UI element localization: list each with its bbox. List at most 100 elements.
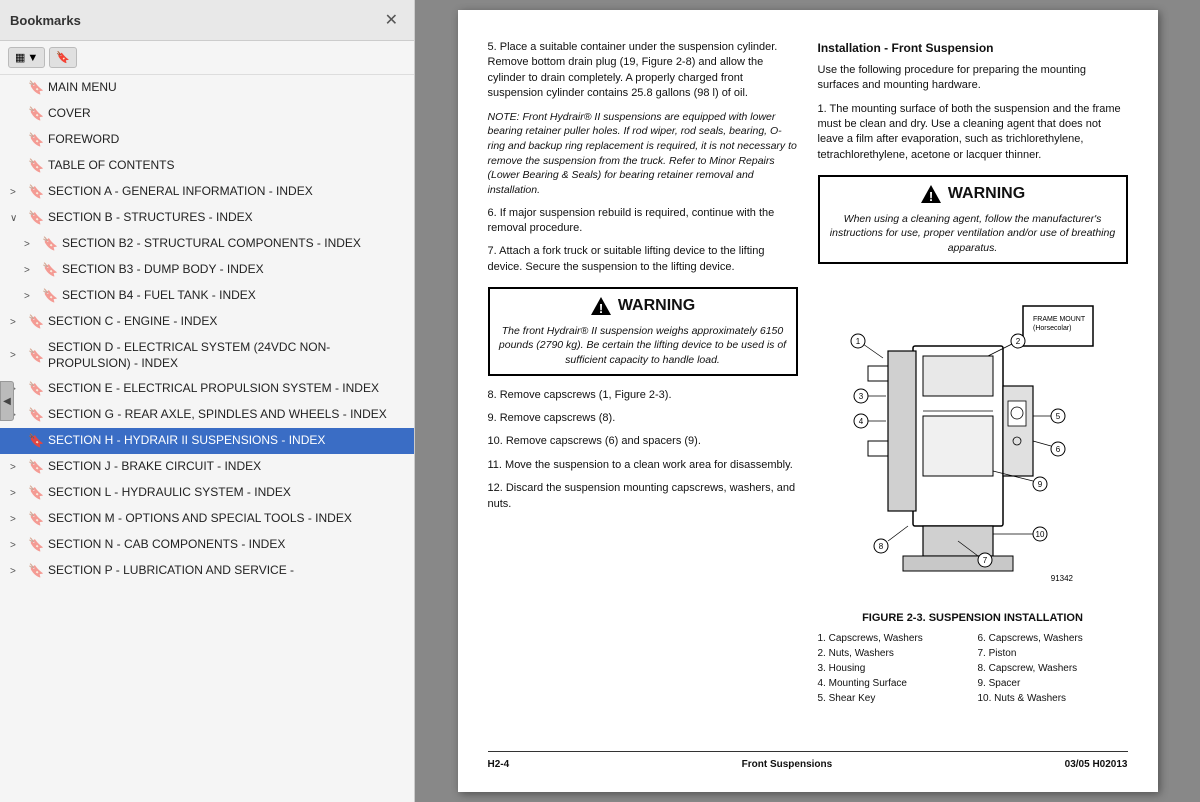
document-content[interactable]: 5. Place a suitable container under the … (415, 0, 1200, 802)
svg-text:6: 6 (1055, 445, 1060, 454)
bookmark-label-section-b3: SECTION B3 - DUMP BODY - INDEX (62, 262, 406, 278)
bookmark-item-section-a[interactable]: >🔖SECTION A - GENERAL INFORMATION - INDE… (0, 179, 414, 205)
expand-arrow-section-b2[interactable]: > (24, 239, 38, 250)
note-text: NOTE: Front Hydrair® II suspensions are … (488, 111, 797, 196)
legend-item-4: 4. Mounting Surface (818, 677, 968, 691)
expand-arrow-section-p[interactable]: > (10, 566, 24, 577)
bookmark-label-section-c: SECTION C - ENGINE - INDEX (48, 314, 406, 330)
bookmark-item-section-n[interactable]: > 🔖SECTION N - CAB COMPONENTS - INDEX (0, 532, 414, 558)
step-num: 10. (488, 435, 506, 447)
expand-arrow-section-c[interactable]: > (10, 317, 24, 328)
step-num: 6. (488, 207, 500, 219)
bookmark-flag-icon: 🔖 (28, 348, 44, 364)
bookmark-item-foreword[interactable]: 🔖FOREWORD (0, 127, 414, 153)
legend-item-9: 9. Spacer (978, 677, 1128, 691)
expand-arrow-section-b3[interactable]: > (24, 265, 38, 276)
diagram-svg: FRAME MOUNT (Horsecolar) 2 (833, 276, 1113, 596)
bookmark-flag-icon: 🔖 (28, 459, 44, 475)
bookmark-label-toc: TABLE OF CONTENTS (48, 158, 406, 174)
bookmark-label-section-n: SECTION N - CAB COMPONENTS - INDEX (48, 537, 406, 553)
bookmark-item-section-h[interactable]: 🔖SECTION H - HYDRAIR II SUSPENSIONS - IN… (0, 428, 414, 454)
svg-text:91342: 91342 (1050, 574, 1073, 583)
warning-triangle-icon-2: ! (920, 183, 942, 205)
footer-section-title: Front Suspensions (742, 758, 833, 772)
bookmark-item-section-b2[interactable]: > 🔖SECTION B2 - STRUCTURAL COMPONENTS - I… (0, 231, 414, 257)
expand-arrow-section-m[interactable]: > (10, 514, 24, 525)
bookmark-flag-icon: 🔖 (28, 184, 44, 200)
bookmark-label-section-l: SECTION L - HYDRAULIC SYSTEM - INDEX (48, 485, 406, 501)
doc-note-hydrair: NOTE: Front Hydrair® II suspensions are … (488, 110, 798, 198)
svg-text:!: ! (929, 189, 933, 204)
legend-item-1: 1. Capscrews, Washers (818, 632, 968, 646)
bookmark-item-section-e[interactable]: >🔖SECTION E - ELECTRICAL PROPULSION SYST… (0, 376, 414, 402)
expand-arrow-section-d[interactable]: > (10, 350, 24, 361)
bookmark-label-section-b2: SECTION B2 - STRUCTURAL COMPONENTS - IND… (62, 236, 406, 252)
bookmark-item-section-c[interactable]: >🔖SECTION C - ENGINE - INDEX (0, 309, 414, 335)
bookmark-item-section-b3[interactable]: >🔖SECTION B3 - DUMP BODY - INDEX (0, 257, 414, 283)
step-text: Place a suitable container under the sus… (488, 41, 778, 99)
bookmark-item-section-g[interactable]: >🔖SECTION G - REAR AXLE, SPINDLES AND WH… (0, 402, 414, 428)
bookmark-label-section-g: SECTION G - REAR AXLE, SPINDLES AND WHEE… (48, 407, 406, 423)
expand-arrow-section-j[interactable]: > (10, 462, 24, 473)
bookmark-flag-icon: 🔖 (28, 537, 44, 553)
bookmark-item-section-j[interactable]: > 🔖SECTION J - BRAKE CIRCUIT - INDEX (0, 454, 414, 480)
bookmark-item-toc[interactable]: 🔖TABLE OF CONTENTS (0, 153, 414, 179)
expand-arrow-section-b4[interactable]: > (24, 291, 38, 302)
doc-step-8: 8. Remove capscrews (1, Figure 2-3). (488, 388, 798, 403)
bookmark-item-section-d[interactable]: > 🔖SECTION D - ELECTRICAL SYSTEM (24VDC N… (0, 335, 414, 376)
bookmark-flag-icon: 🔖 (28, 563, 44, 579)
bookmark-flag-icon: 🔖 (28, 381, 44, 397)
bookmark-item-section-m[interactable]: > 🔖SECTION M - OPTIONS AND SPECIAL TOOLS … (0, 506, 414, 532)
svg-text:1: 1 (855, 337, 860, 346)
bookmark-flag-icon: 🔖 (42, 288, 58, 304)
bookmarks-list: 🔖MAIN MENU🔖COVER🔖FOREWORD🔖TABLE OF CONTE… (0, 75, 414, 802)
step-text: Remove capscrews (6) and spacers (9). (506, 435, 701, 447)
expand-arrow-section-b[interactable]: ∨ (10, 213, 24, 224)
warning-text-weight: The front Hydrair® II suspension weighs … (496, 324, 790, 368)
bookmark-flag-icon: 🔖 (28, 407, 44, 423)
bookmarks-toolbar: ▦ ▼ 🔖 (0, 41, 414, 75)
bookmark-flag-icon: 🔖 (28, 106, 44, 122)
legend-item-3: 3. Housing (818, 662, 968, 676)
bookmark-item-main-menu[interactable]: 🔖MAIN MENU (0, 75, 414, 101)
suspension-diagram: FRAME MOUNT (Horsecolar) 2 (818, 276, 1128, 601)
bookmark-item-section-b4[interactable]: > 🔖SECTION B4 - FUEL TANK - INDEX (0, 283, 414, 309)
bookmarks-close-button[interactable]: ✕ (379, 8, 404, 32)
bookmark-flag-icon: 🔖 (28, 433, 44, 449)
bookmarks-panel: Bookmarks ✕ ▦ ▼ 🔖 🔖MAIN MENU🔖COVER🔖FOREW… (0, 0, 415, 802)
bookmark-label-section-d: SECTION D - ELECTRICAL SYSTEM (24VDC NON… (48, 340, 406, 371)
bookmark-grid-icon: ▦ (15, 51, 25, 64)
bookmark-flag-icon: 🔖 (42, 236, 58, 252)
footer-date-code: 03/05 H02013 (1065, 758, 1128, 772)
bookmark-add-button[interactable]: 🔖 (49, 47, 77, 68)
svg-text:9: 9 (1037, 480, 1042, 489)
bookmark-flag-icon: 🔖 (28, 158, 44, 174)
bookmark-flag-icon: 🔖 (28, 511, 44, 527)
bookmark-label-section-m: SECTION M - OPTIONS AND SPECIAL TOOLS - … (48, 511, 406, 527)
step-num: 9. (488, 412, 500, 424)
step-num: 12. (488, 482, 506, 494)
svg-text:5: 5 (1055, 412, 1060, 421)
bookmark-icon: 🔖 (56, 51, 70, 64)
expand-arrow-section-a[interactable]: > (10, 187, 24, 198)
expand-arrow-section-l[interactable]: > (10, 488, 24, 499)
step-text: 1. The mounting surface of both the susp… (818, 103, 1121, 161)
bookmark-flag-icon: 🔖 (28, 210, 44, 226)
doc-step-5: 5. Place a suitable container under the … (488, 40, 798, 102)
expand-arrow-section-n[interactable]: > (10, 540, 24, 551)
panel-collapse-button[interactable]: ◀ (0, 381, 14, 421)
bookmark-item-section-b[interactable]: ∨🔖SECTION B - STRUCTURES - INDEX (0, 205, 414, 231)
legend-item-2: 2. Nuts, Washers (818, 647, 968, 661)
bookmark-label-section-j: SECTION J - BRAKE CIRCUIT - INDEX (48, 459, 406, 475)
bookmark-view-dropdown[interactable]: ▦ ▼ (8, 47, 45, 68)
bookmark-item-section-p[interactable]: >🔖SECTION P - LUBRICATION AND SERVICE - (0, 558, 414, 584)
bookmark-item-cover[interactable]: 🔖COVER (0, 101, 414, 127)
bookmark-label-cover: COVER (48, 106, 406, 122)
bookmark-item-section-l[interactable]: >🔖SECTION L - HYDRAULIC SYSTEM - INDEX (0, 480, 414, 506)
step-text: Attach a fork truck or suitable lifting … (488, 245, 765, 272)
warning-title: ! WARNING (496, 295, 790, 317)
bookmarks-header: Bookmarks ✕ (0, 0, 414, 41)
bookmark-label-section-b4: SECTION B4 - FUEL TANK - INDEX (62, 288, 406, 304)
svg-text:FRAME MOUNT: FRAME MOUNT (1033, 316, 1086, 323)
section-title-installation: Installation - Front Suspension (818, 40, 1128, 57)
